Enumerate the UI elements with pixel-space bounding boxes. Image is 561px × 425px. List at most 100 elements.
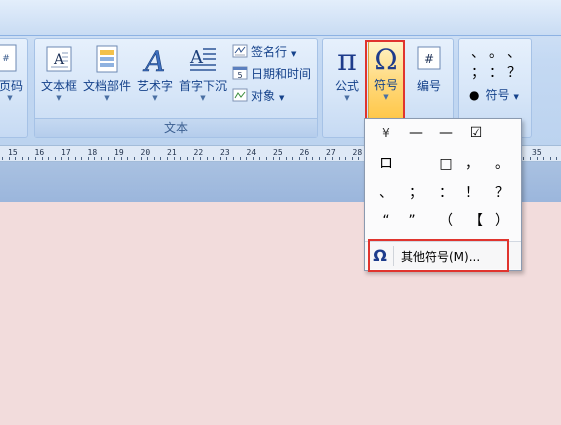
symbol-cell[interactable]: — [403,121,429,145]
equation-label: 公式 [334,79,359,93]
equation-button[interactable]: π 公式 ▼ [327,43,367,119]
ruler-tick [279,157,280,160]
quick-parts-icon [81,43,133,79]
symbol-button[interactable]: Ω 符号 ▼ [368,41,404,125]
symbol-label: 符号 [373,78,398,92]
date-time-label: 日期和时间 [251,67,312,81]
quick-parts-button[interactable]: 文档部件 ▼ [81,43,133,119]
ruler-tick [312,157,313,160]
ruler-tick [134,157,135,160]
ruler-tick [200,157,201,160]
symbol-cell[interactable]: 。 [489,152,515,176]
ruler-tick [108,157,109,160]
text-box-button[interactable]: A 文本框 ▼ [39,43,79,119]
mark-3[interactable]: ； [469,61,487,85]
ruler-tick [537,157,538,160]
drop-cap-button[interactable]: A 首字下沉 ▼ [177,43,229,119]
ruler-tick [543,157,544,160]
chevron-down-icon: ▼ [291,50,297,58]
symbol-cell[interactable]: 【 [463,209,489,233]
header-footer-group-partial: # 页码 ▼ [0,38,28,138]
ruler-tick [114,157,115,160]
symbol-cell[interactable]: 、 [373,181,399,205]
ruler-tick [286,157,287,160]
symbol-cell[interactable]: □ [433,152,459,176]
ruler-tick [2,157,3,160]
signature-line-button[interactable]: 签名行 ▼ [232,42,296,62]
ribbon-tab-strip [0,0,561,36]
ruler-tick [299,157,300,160]
ruler-number: 20 [140,148,151,157]
symbol-cell[interactable]: ； [403,181,429,205]
ruler-tick [9,157,10,160]
omega-icon: Ω [373,246,387,265]
object-button[interactable]: 对象 ▼ [232,86,284,106]
mark-4[interactable]: ： [487,61,505,85]
svg-text:#: # [424,52,434,66]
ruler-tick [154,157,155,160]
ruler-tick [160,157,161,160]
symbol-cell[interactable]: （ [433,209,459,233]
special-symbol-button[interactable]: ● 符号 ▼ [469,85,519,105]
ruler-tick [127,157,128,160]
chevron-down-icon: ▼ [513,93,519,101]
bullet-icon: ● [469,88,480,102]
ruler-tick [259,157,260,160]
symbol-cell[interactable]: ， [459,152,485,176]
number-button[interactable]: # 编号 [409,43,449,119]
ruler-tick [523,157,524,160]
ruler-tick [75,157,76,160]
symbol-cell[interactable]: ロ [373,152,399,176]
drop-cap-label: 首字下沉 [178,79,227,93]
ruler-tick [220,157,221,160]
ruler-number: 19 [114,148,124,157]
page-number-icon: # [0,43,21,79]
more-symbols-label: 其他符号(M)... [401,250,481,264]
quick-parts-label: 文档部件 [82,79,131,93]
pi-icon: π [337,43,357,78]
ruler-number: 22 [193,148,204,157]
ruler-tick [530,157,531,160]
ruler-tick [147,157,148,160]
symbol-cell[interactable]: ！ [459,181,485,205]
date-time-button[interactable]: 5 日期和时间 [232,64,311,84]
ruler-tick [246,157,247,160]
ruler-tick [319,157,320,160]
symbol-cell[interactable]: ¥ [373,121,399,145]
mark-5[interactable]: ？ [505,61,523,85]
ruler-tick [55,157,56,160]
symbol-cell[interactable]: ： [433,181,459,205]
menu-divider [393,246,394,266]
date-time-icon: 5 [232,66,248,80]
symbol-cell[interactable]: ？ [489,181,515,205]
signature-line-label: 签名行 [251,45,288,59]
ruler-tick [556,157,557,160]
ruler-tick [167,157,168,160]
text-box-label: 文本框 [40,79,77,93]
symbol-cell[interactable]: — [433,121,459,145]
ruler-tick [61,157,62,160]
page-number-button[interactable]: # 页码 ▼ [0,43,23,119]
special-symbol-label: 符号 [485,88,510,102]
number-label: 编号 [416,79,441,93]
ruler-number: 25 [273,148,283,157]
wordart-button[interactable]: A 艺术字 ▼ [135,43,175,119]
ruler-tick [240,157,241,160]
ruler-tick [35,157,36,160]
ruler-tick [180,157,181,160]
ruler-tick [101,157,102,160]
ruler-tick [141,157,142,160]
ruler-tick [273,157,274,160]
symbol-cell[interactable]: ） [489,209,515,233]
object-label: 对象 [251,89,276,103]
symbol-cell[interactable]: ” [399,209,425,233]
ruler-tick [68,157,69,160]
symbol-cell[interactable]: “ [373,209,399,233]
more-symbols-item[interactable]: Ω 其他符号(M)... [365,241,521,269]
symbol-cell[interactable]: ☑ [463,121,489,145]
ruler-number: 27 [326,148,336,157]
ruler-tick [213,157,214,160]
wordart-icon: A [135,43,175,79]
ruler-tick [207,157,208,160]
ruler-tick [28,157,29,160]
